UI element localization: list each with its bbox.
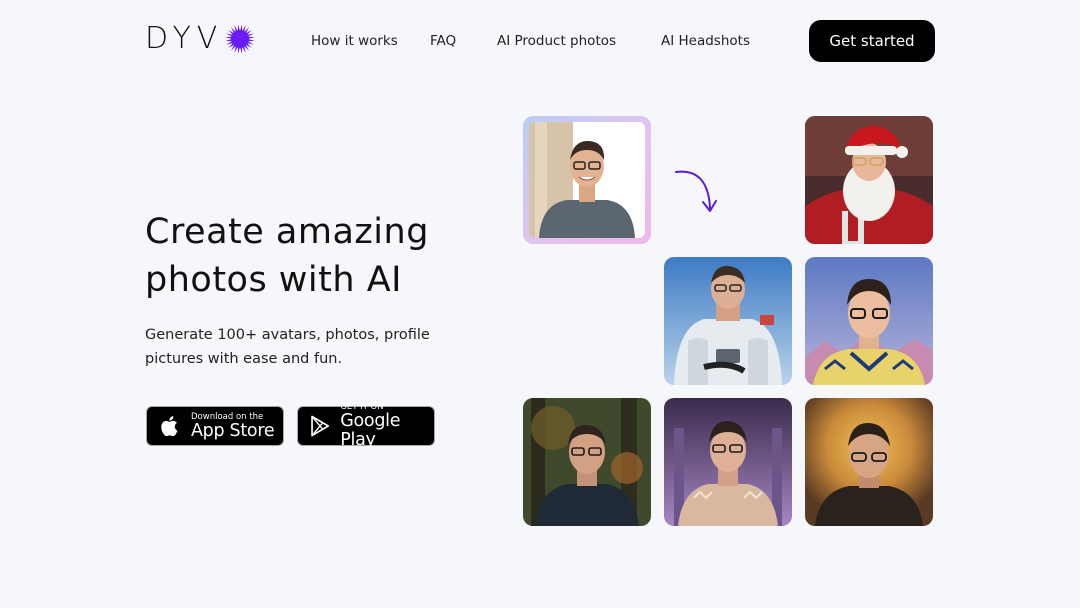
landing-page: DYV How it works FAQ AI Product photos A… bbox=[0, 0, 1080, 608]
get-started-button[interactable]: Get started bbox=[809, 20, 935, 62]
forest-avatar bbox=[523, 398, 651, 526]
hero-headline: Create amazing photos with AI bbox=[145, 212, 429, 300]
astronaut-avatar bbox=[664, 257, 792, 385]
logo-text: DYV bbox=[145, 21, 224, 56]
google-play-icon bbox=[311, 415, 330, 437]
source-selfie bbox=[529, 122, 645, 238]
purple-starburst-icon bbox=[225, 24, 256, 54]
nav-how-it-works[interactable]: How it works bbox=[311, 33, 398, 49]
app-store-small-text: Download on the bbox=[191, 411, 264, 422]
app-store-badge[interactable]: Download on the App Store bbox=[146, 406, 284, 446]
halo-avatar bbox=[805, 398, 933, 526]
royal-avatar bbox=[805, 257, 933, 385]
nav-ai-product-photos[interactable]: AI Product photos bbox=[497, 33, 616, 49]
google-play-badge[interactable]: GET IT ON Google Play bbox=[297, 402, 435, 450]
google-play-big-text: Google Play bbox=[340, 411, 401, 450]
hero-subtitle: Generate 100+ avatars, photos, profile p… bbox=[145, 327, 430, 367]
nav-faq[interactable]: FAQ bbox=[430, 33, 456, 49]
nav-ai-headshots[interactable]: AI Headshots bbox=[661, 33, 750, 49]
santa-avatar bbox=[805, 116, 933, 244]
curved-arrow-down-icon bbox=[675, 170, 717, 212]
apple-icon bbox=[161, 416, 178, 437]
source-photo-frame bbox=[523, 116, 651, 244]
app-store-big-text: App Store bbox=[191, 420, 275, 441]
palace-avatar bbox=[664, 398, 792, 526]
logo[interactable]: DYV bbox=[145, 21, 256, 56]
